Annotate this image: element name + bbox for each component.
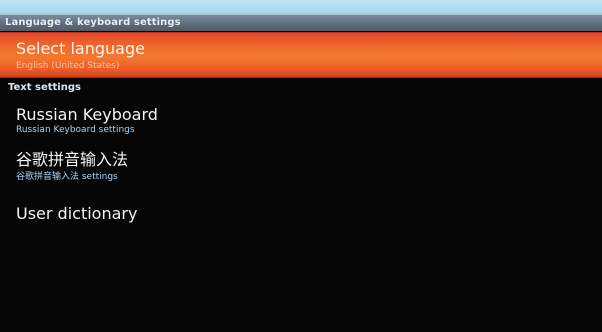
russian-keyboard-summary: Russian Keyboard settings	[16, 125, 135, 135]
russian-keyboard-title: Russian Keyboard	[16, 105, 158, 124]
russian-keyboard-item[interactable]: Russian Keyboard Russian Keyboard settin…	[0, 104, 602, 140]
title-bar: Language & keyboard settings	[0, 14, 602, 31]
user-dictionary-title: User dictionary	[16, 204, 138, 223]
text-settings-header: Text settings	[8, 82, 81, 93]
user-dictionary-item[interactable]: User dictionary	[0, 202, 602, 226]
google-pinyin-title: 谷歌拼音输入法	[16, 150, 129, 169]
google-pinyin-summary: 谷歌拼音输入法 settings	[16, 172, 118, 182]
page-title: Language & keyboard settings	[5, 17, 181, 28]
select-language-item[interactable]: Select language English (United States)	[0, 32, 602, 78]
status-bar-edge	[0, 0, 602, 14]
select-language-title: Select language	[16, 39, 145, 58]
select-language-summary: English (United States)	[16, 61, 120, 71]
google-pinyin-item[interactable]: 谷歌拼音输入法 谷歌拼音输入法 settings	[0, 148, 602, 186]
